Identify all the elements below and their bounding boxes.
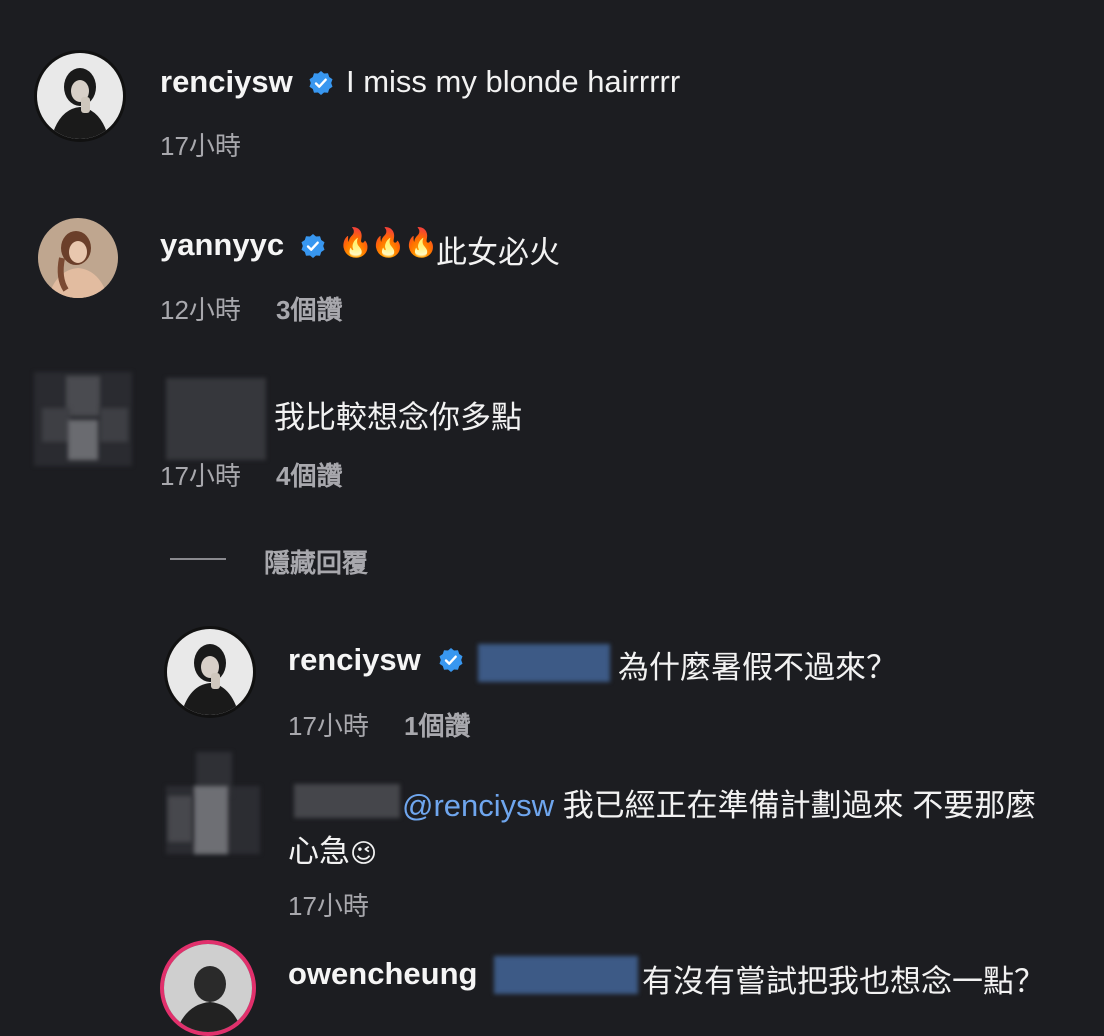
- reply-text: 心急: [288, 834, 350, 869]
- comment-text: 此女必火: [436, 235, 560, 270]
- username[interactable]: renciysw: [288, 642, 421, 678]
- like-count[interactable]: 3個讚: [276, 290, 342, 327]
- comment-text: 為什麼暑假不過來？: [618, 650, 897, 685]
- timestamp: 12小時: [160, 295, 241, 325]
- avatar[interactable]: [164, 626, 256, 718]
- fire-emoji: 🔥🔥🔥: [338, 227, 439, 258]
- timestamp: 17小時: [160, 131, 241, 161]
- blurred-avatar: [34, 372, 132, 466]
- avatar[interactable]: [34, 50, 126, 142]
- verified-badge-icon: [301, 234, 325, 258]
- avatar[interactable]: [38, 218, 118, 298]
- story-avatar[interactable]: [160, 940, 256, 1036]
- comment-text-line1: @renciysw 我已經正在準備計劃過來 不要那麼: [402, 780, 1036, 825]
- username[interactable]: yannyyc: [160, 227, 284, 263]
- comment-text: I miss my blonde hairrrrr: [346, 64, 681, 99]
- like-count[interactable]: 4個讚: [276, 456, 342, 493]
- blurred-username: [294, 784, 400, 818]
- timestamp: 17小時: [288, 891, 369, 921]
- like-count[interactable]: 1個讚: [404, 706, 470, 743]
- blurred-username: [166, 378, 266, 460]
- replies-divider: [170, 558, 226, 560]
- blurred-mention: [494, 956, 638, 994]
- verified-badge-icon: [309, 71, 333, 95]
- comment-text: 有沒有嘗試把我也想念一點？: [642, 964, 1045, 999]
- reply-text: 我已經正在準備計劃過來 不要那麼: [562, 788, 1037, 823]
- hide-replies-button[interactable]: 隱藏回覆: [264, 543, 368, 580]
- timestamp: 17小時: [288, 711, 369, 741]
- blurred-avatar: [166, 752, 260, 854]
- username[interactable]: owencheung: [288, 956, 477, 992]
- comment-text-line2: 心急😉: [288, 826, 377, 871]
- blurred-mention: [478, 644, 610, 682]
- verified-badge-icon: [439, 648, 463, 672]
- username[interactable]: renciysw: [160, 64, 293, 100]
- wink-emoji: 😉: [350, 838, 378, 868]
- comment-text: 我比較想念你多點: [274, 400, 522, 435]
- timestamp: 17小時: [160, 461, 241, 491]
- mention-link[interactable]: @renciysw: [402, 788, 554, 823]
